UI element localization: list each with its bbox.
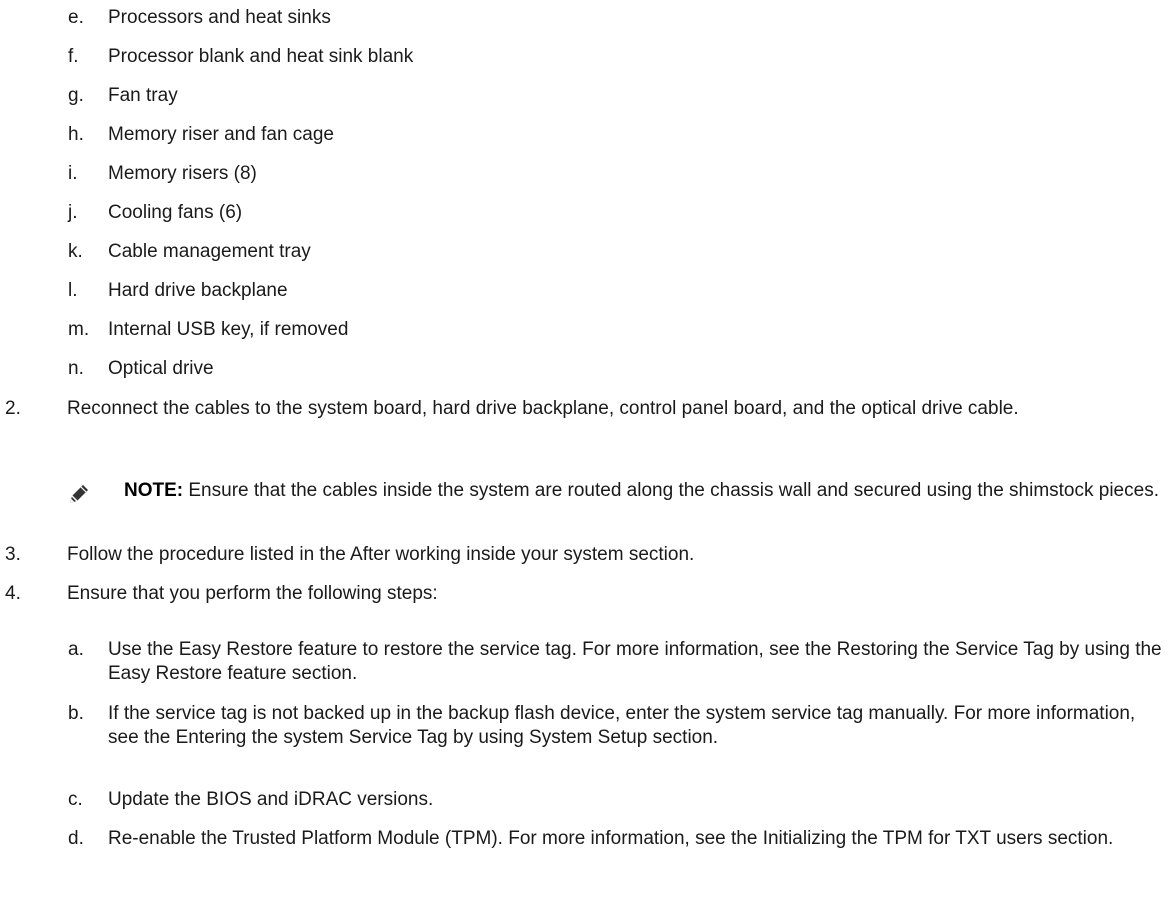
list-marker: a. [68,639,84,660]
list-item-text: Memory riser and fan cage [108,124,334,145]
list-marker: h. [68,124,84,145]
list-item-text: Update the BIOS and iDRAC versions. [108,789,434,810]
list-marker: j. [68,202,78,223]
list-item-text: Re-enable the Trusted Platform Module (T… [108,828,1114,849]
list-item-text: Processor blank and heat sink blank [108,46,414,67]
note-label: NOTE: [124,480,184,501]
step-text: Follow the procedure listed in the After… [67,544,695,565]
pencil-note-icon [70,485,88,503]
list-item-text: Use the Easy Restore feature to restore … [108,639,1162,684]
list-marker: b. [68,703,84,724]
list-marker: d. [68,828,84,849]
list-item-text: Processors and heat sinks [108,7,331,28]
step-number: 2. [5,398,21,419]
list-item-text: Fan tray [108,85,178,106]
step-text: Reconnect the cables to the system board… [67,398,1019,419]
document-page: e. Processors and heat sinks f. Processo… [0,0,1175,908]
step-number: 4. [5,583,21,604]
list-marker: l. [68,280,78,301]
note-body: Ensure that the cables inside the system… [183,480,1159,501]
list-marker: m. [68,319,90,340]
list-item-text: If the service tag is not backed up in t… [108,703,1136,748]
list-marker: k. [68,241,83,262]
step-number: 3. [5,544,21,565]
list-marker: c. [68,789,83,810]
step-text: Ensure that you perform the following st… [67,583,438,604]
list-marker: f. [68,46,79,67]
list-marker: g. [68,85,84,106]
note-text: NOTE: Ensure that the cables inside the … [124,479,1174,503]
list-item-text: Cooling fans (6) [108,202,243,223]
list-marker: i. [68,163,78,184]
list-item-text: Hard drive backplane [108,280,288,301]
list-item-text: Optical drive [108,358,214,379]
list-item-text: Internal USB key, if removed [108,319,349,340]
list-marker: n. [68,358,84,379]
list-item-text: Memory risers (8) [108,163,257,184]
list-item-text: Cable management tray [108,241,311,262]
list-marker: e. [68,7,84,28]
